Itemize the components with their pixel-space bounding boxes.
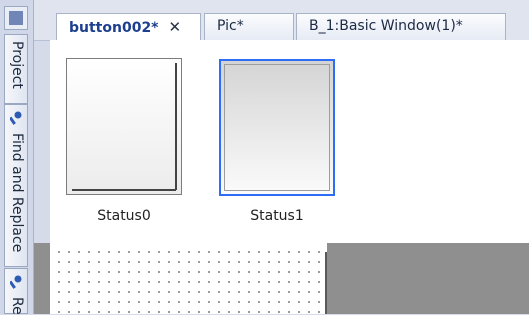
tab-button002[interactable]: button002* ✕ [56,13,201,41]
side-tab-label: Project [9,41,25,89]
side-tab-label: Find and Replace [9,133,25,253]
wrench-icon [10,111,22,125]
side-tab-project[interactable]: Project [4,34,28,104]
panel-icon[interactable] [4,6,28,30]
tab-label: B_1:Basic Window(1)* [309,18,463,34]
state-label: Status0 [97,208,151,224]
state-label: Status1 [250,208,304,224]
side-tab-re[interactable]: Re [4,268,28,315]
state-preview-status0[interactable] [66,58,182,195]
design-grid-canvas[interactable] [50,243,327,314]
side-tab-label: Re [9,297,25,315]
document-tab-bar: button002* ✕ Pic* B_1:Basic Window(1)* [34,0,529,41]
side-dock: Project Find and Replace Re [0,0,34,315]
state-preview-panel: Status0 Status1 [50,40,529,243]
side-tab-find-replace[interactable]: Find and Replace [4,104,28,267]
state-preview-status1[interactable] [219,59,335,196]
tab-basic-window[interactable]: B_1:Basic Window(1)* [296,13,506,40]
tab-label: button002* [69,20,159,36]
close-icon[interactable]: ✕ [169,18,182,36]
canvas-edge [325,252,327,314]
tab-pic[interactable]: Pic* [204,13,294,40]
wrench-icon [10,275,22,289]
tab-label: Pic* [217,18,244,34]
